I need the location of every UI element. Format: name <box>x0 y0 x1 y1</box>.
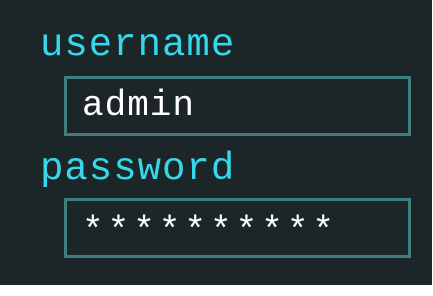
username-value: admin <box>82 85 196 126</box>
password-field[interactable]: ********** <box>64 198 411 258</box>
username-field[interactable]: admin <box>64 76 411 136</box>
username-label: username <box>40 23 236 67</box>
login-screen: username admin password ********** <box>0 0 432 285</box>
password-label: password <box>40 147 236 191</box>
password-masked-value: ********** <box>82 211 339 252</box>
